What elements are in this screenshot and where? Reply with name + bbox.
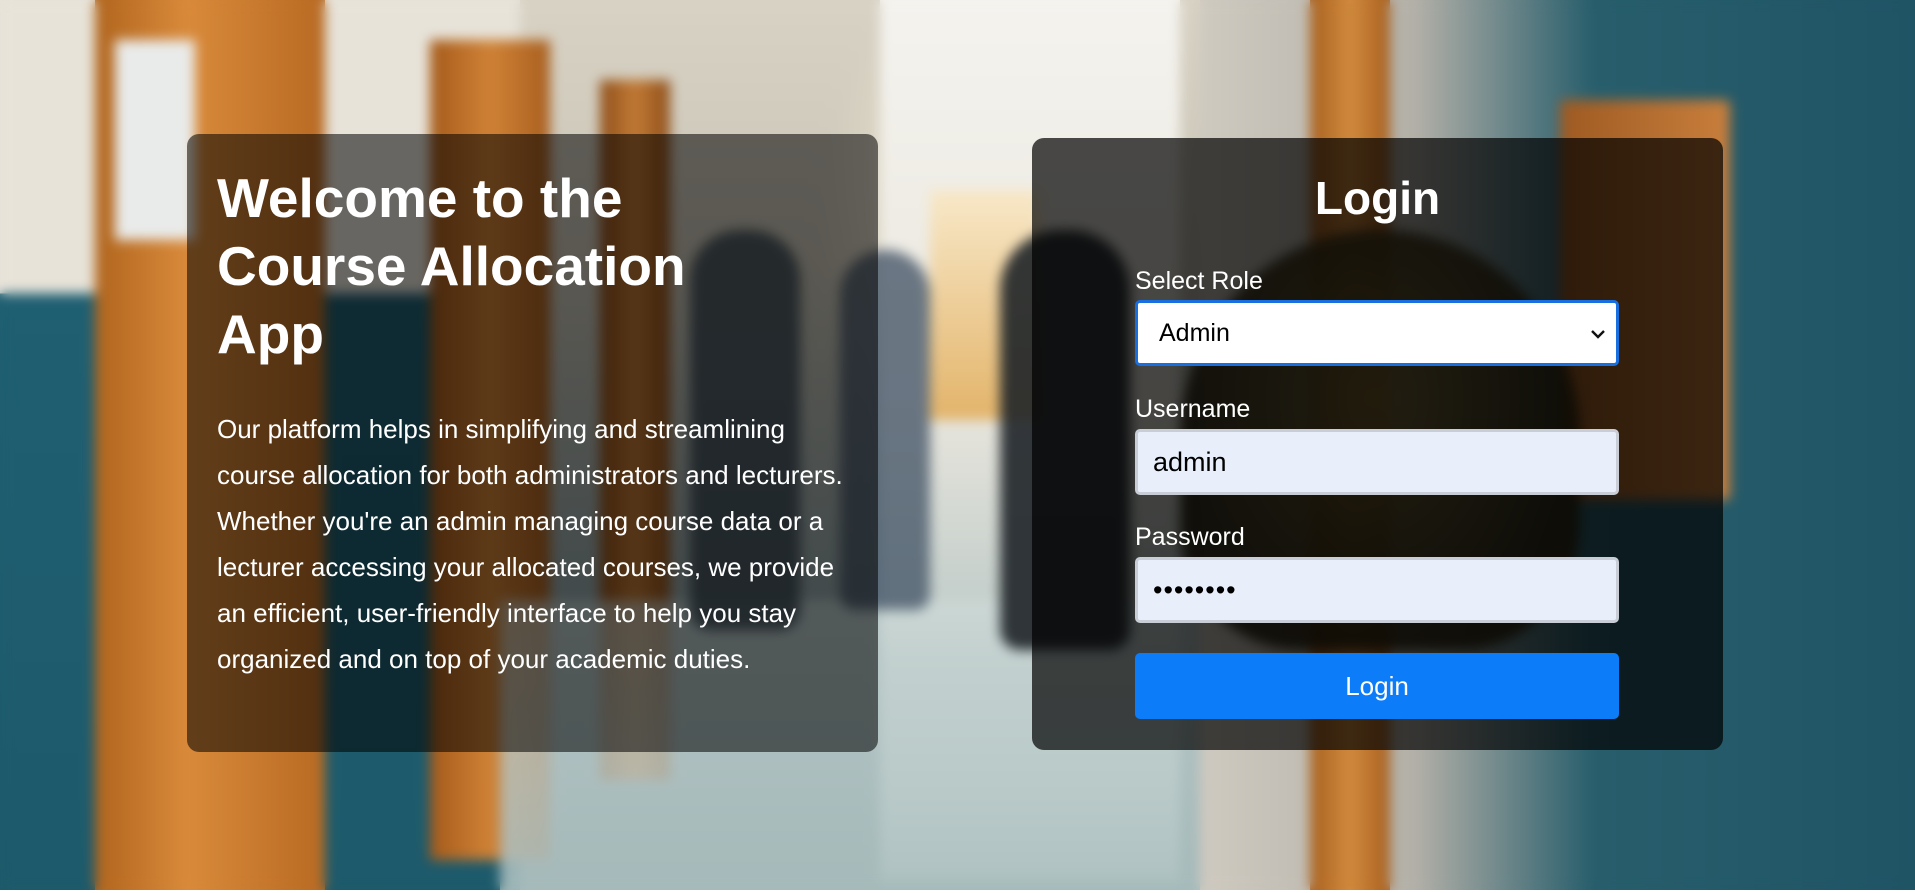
login-title: Login <box>1314 172 1441 224</box>
welcome-description: Our platform helps in simplifying and st… <box>217 414 843 674</box>
username-input[interactable]: admin <box>1135 429 1619 495</box>
login-button[interactable]: Login <box>1135 653 1619 719</box>
password-input[interactable]: •••••••• <box>1135 557 1619 623</box>
username-label: Username <box>1135 395 1251 423</box>
role-label: Select Role <box>1135 267 1263 295</box>
role-select[interactable]: Admin <box>1135 300 1619 366</box>
welcome-title: Welcome to the Course Allocation App <box>217 167 686 365</box>
role-select-value: Admin <box>1159 319 1230 347</box>
login-panel: Login Select Role Admin Username admin P… <box>1032 138 1723 750</box>
welcome-panel: Welcome to the Course Allocation App Our… <box>187 134 878 752</box>
chevron-down-icon <box>1590 303 1606 363</box>
password-label: Password <box>1135 523 1245 551</box>
